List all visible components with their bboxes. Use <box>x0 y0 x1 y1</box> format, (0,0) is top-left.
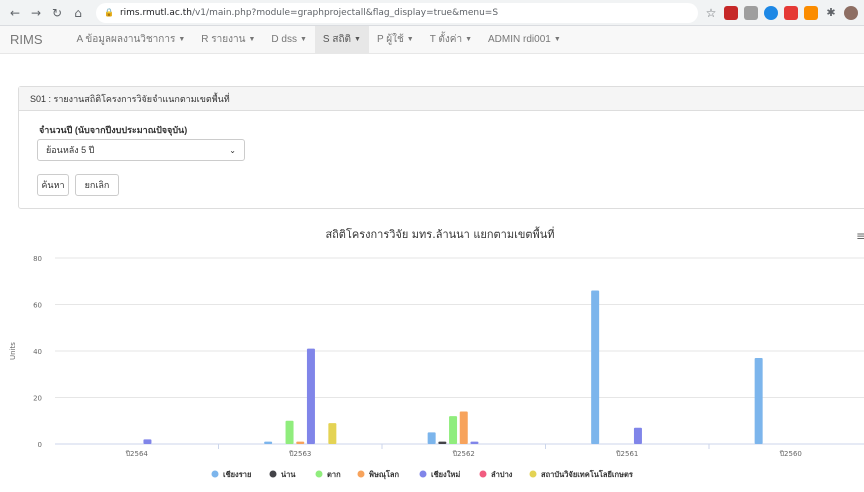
legend-item[interactable]: ตาก <box>327 470 341 479</box>
legend-item[interactable]: เชียงราย <box>223 470 251 479</box>
y-tick-label: 40 <box>33 348 42 356</box>
home-icon[interactable]: ⌂ <box>69 4 87 22</box>
legend-marker <box>479 470 487 478</box>
avatar[interactable] <box>844 5 858 20</box>
menu-item-label: S สถิติ <box>322 34 352 45</box>
menu-icon[interactable]: ≡ <box>856 229 864 243</box>
caret-down-icon: ▼ <box>178 36 186 43</box>
browser-toolbar: ← → ↻ ⌂ 🔒 rims.rmutl.ac.th/v1/main.php?m… <box>0 0 864 26</box>
caret-down-icon: ▼ <box>465 36 473 43</box>
brand-logo[interactable]: RIMS <box>10 32 43 47</box>
legend-item[interactable]: ลำปาง <box>491 470 513 479</box>
menu-item-label: R รายงาน <box>201 34 246 45</box>
menu-item[interactable]: A ข้อมูลผลงานวิชาการ ▼ <box>69 26 194 53</box>
project-stats-chart: สถิติโครงการวิจัย มทร.ล้านนา แยกตามเขตพื… <box>9 226 864 479</box>
y-tick-label: 20 <box>33 395 42 403</box>
lock-icon: 🔒 <box>104 8 114 17</box>
download-extension-icon[interactable] <box>804 5 818 20</box>
menu-item-label: A ข้อมูลผลงานวิชาการ <box>76 34 176 45</box>
record-extension-icon[interactable] <box>784 5 798 20</box>
address-bar[interactable]: 🔒 rims.rmutl.ac.th/v1/main.php?module=gr… <box>96 2 698 23</box>
search-panel: S01 : รายงานสถิติโครงการวิจัยจำแนกตามเขต… <box>18 86 864 209</box>
bar-พิษณุโลก <box>296 441 305 444</box>
bar-เชียงราย <box>264 441 273 444</box>
bar-สถาบันวิจัยเทคโนโลยีเกษตร <box>328 423 337 444</box>
url-host: rims.rmutl.ac.th <box>119 7 192 18</box>
url-path: /v1/main.php?module=graphprojectall&flag… <box>191 7 499 18</box>
bar-เชียงราย <box>754 357 763 444</box>
bar-พิษณุโลก <box>459 411 468 444</box>
menu-item[interactable]: P ผู้ใช้ ▼ <box>369 26 422 53</box>
legend-marker <box>419 470 427 478</box>
pdf-extension-icon[interactable] <box>724 5 738 20</box>
legend-marker <box>529 470 537 478</box>
menu-item[interactable]: S สถิติ ▼ <box>314 26 369 53</box>
caret-down-icon: ▼ <box>406 36 414 43</box>
bar-เชียงใหม่ <box>306 348 315 444</box>
y-axis-label: Units <box>9 342 17 360</box>
app-navbar: RIMS A ข้อมูลผลงานวิชาการ ▼ R รายงาน ▼ D dss… <box>0 26 864 54</box>
camera-extension-icon[interactable] <box>744 5 758 20</box>
reload-icon[interactable]: ↻ <box>48 4 66 22</box>
legend-marker <box>211 470 219 478</box>
legend-marker <box>357 470 365 478</box>
legend-item[interactable]: น่าน <box>281 470 296 479</box>
chevron-down-icon: ⌄ <box>229 145 236 155</box>
years-label: จำนวนปี (นับจากปีงบประมาณปัจจุบัน) <box>39 125 188 135</box>
y-tick-label: 80 <box>33 255 42 263</box>
star-icon[interactable]: ☆ <box>704 6 718 20</box>
legend-marker <box>269 470 277 478</box>
caret-down-icon: ▼ <box>354 36 361 43</box>
bar-เชียงราย <box>591 290 600 444</box>
bar-น่าน <box>438 441 447 444</box>
menu-item[interactable]: ADMIN rdi001 ▼ <box>480 26 569 53</box>
legend-item[interactable]: สถาบันวิจัยเทคโนโลยีเกษตร <box>541 469 634 479</box>
menu-item-label: T ตั้งค่า <box>429 34 463 45</box>
back-icon[interactable]: ← <box>6 4 24 22</box>
x-tick-label: ปี2561 <box>616 450 639 458</box>
menu-item[interactable]: T ตั้งค่า ▼ <box>422 26 480 53</box>
panel-heading: S01 : รายงานสถิติโครงการวิจัยจำแนกตามเขต… <box>19 87 864 111</box>
caret-down-icon: ▼ <box>248 36 256 43</box>
bar-เชียงราย <box>427 432 436 444</box>
legend-item[interactable]: พิษณุโลก <box>369 469 400 479</box>
bar-เชียงใหม่ <box>143 439 152 444</box>
caret-down-icon: ▼ <box>299 36 307 43</box>
bar-ตาก <box>285 420 294 444</box>
menu-item-label: ADMIN rdi001 <box>488 34 551 45</box>
x-tick-label: ปี2563 <box>289 450 312 458</box>
caret-down-icon: ▼ <box>553 36 561 43</box>
years-select[interactable]: ย้อนหลัง 5 ปี ⌄ <box>37 139 245 161</box>
legend-marker <box>315 470 323 478</box>
bar-เชียงใหม่ <box>470 441 479 444</box>
y-tick-label: 60 <box>33 302 42 310</box>
x-tick-label: ปี2564 <box>125 450 148 458</box>
bar-ตาก <box>449 416 458 444</box>
years-select-value: ย้อนหลัง 5 ปี <box>46 145 95 155</box>
extensions-bar: ☆ ✱ <box>704 5 858 20</box>
main-menu: A ข้อมูลผลงานวิชาการ ▼ R รายงาน ▼ D dss ▼ S สถ… <box>69 26 569 53</box>
menu-item-label: P ผู้ใช้ <box>376 34 404 45</box>
menu-item-label: D dss <box>271 34 297 45</box>
search-button[interactable]: ค้นหา <box>37 174 69 196</box>
x-tick-label: ปี2560 <box>779 450 802 458</box>
menu-item[interactable]: R รายงาน ▼ <box>193 26 263 53</box>
menu-item[interactable]: D dss ▼ <box>263 26 315 53</box>
circle-extension-icon[interactable] <box>764 5 778 20</box>
puzzle-icon[interactable]: ✱ <box>824 6 838 20</box>
bar-เชียงใหม่ <box>633 427 642 444</box>
x-tick-label: ปี2562 <box>452 450 475 458</box>
cancel-button[interactable]: ยกเลิก <box>75 174 119 196</box>
y-tick-label: 0 <box>38 441 42 449</box>
chart-title: สถิติโครงการวิจัย มทร.ล้านนา แยกตามเขตพื… <box>325 226 554 241</box>
legend-item[interactable]: เชียงใหม่ <box>431 470 460 479</box>
forward-icon[interactable]: → <box>27 4 45 22</box>
